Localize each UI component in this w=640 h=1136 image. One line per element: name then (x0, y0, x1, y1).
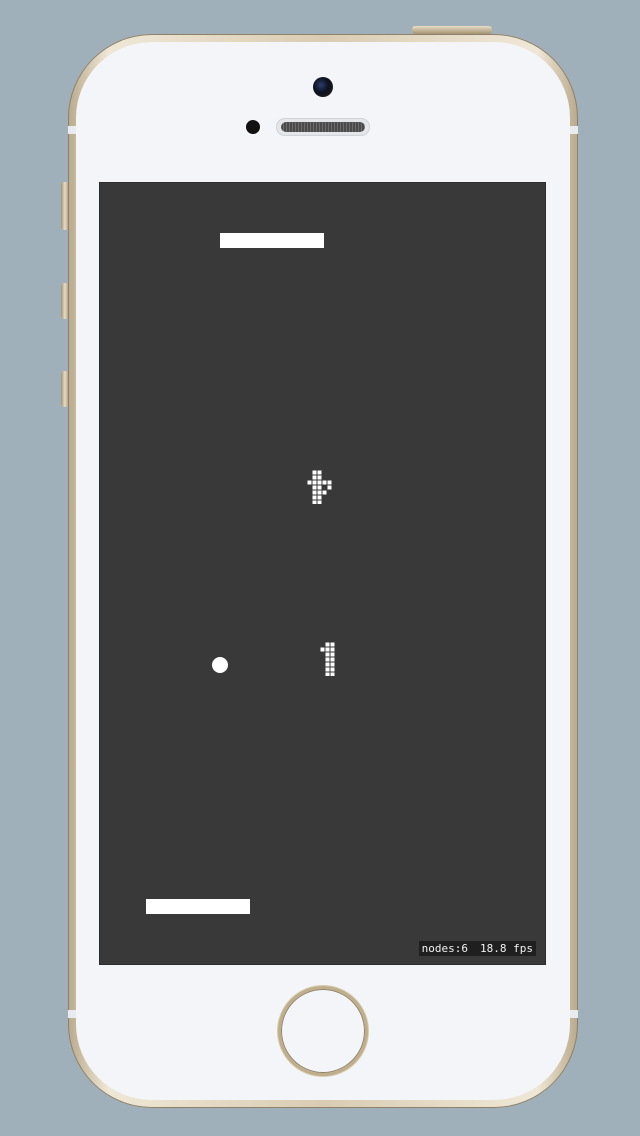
player-score-pixels (320, 642, 335, 676)
score-pixel (325, 667, 330, 672)
score-pixel (322, 480, 327, 485)
score-pixel (312, 470, 317, 475)
score-pixel (317, 480, 322, 485)
antenna-band (570, 1010, 578, 1018)
opponent-score (307, 470, 337, 504)
ball (212, 657, 228, 673)
score-pixel (330, 662, 335, 667)
score-pixel (317, 470, 322, 475)
score-pixel (317, 490, 322, 495)
antenna-band (68, 126, 76, 134)
score-pixel (330, 657, 335, 662)
score-pixel (325, 662, 330, 667)
opponent-score-pixels (307, 470, 332, 504)
node-count: nodes:6 (421, 942, 469, 955)
score-pixel (317, 475, 322, 480)
score-pixel (325, 657, 330, 662)
score-pixel (317, 495, 322, 500)
player-paddle[interactable] (146, 899, 250, 914)
player-score (315, 642, 345, 676)
score-pixel (325, 672, 330, 676)
game-screen[interactable]: nodes:6 18.8 fps (100, 183, 545, 964)
proximity-sensor-icon (246, 120, 260, 134)
score-pixel (307, 480, 312, 485)
score-pixel (312, 480, 317, 485)
score-pixel (317, 485, 322, 490)
earpiece-speaker (276, 118, 370, 136)
home-button[interactable] (278, 986, 368, 1076)
opponent-paddle (220, 233, 324, 248)
fps-counter: 18.8 fps (480, 942, 533, 955)
power-button (412, 26, 492, 34)
score-pixel (327, 480, 332, 485)
score-pixel (330, 652, 335, 657)
score-pixel (312, 500, 317, 504)
score-pixel (325, 652, 330, 657)
score-pixel (312, 490, 317, 495)
score-pixel (325, 647, 330, 652)
score-pixel (322, 490, 327, 495)
score-pixel (312, 485, 317, 490)
score-pixel (330, 667, 335, 672)
score-pixel (317, 500, 322, 504)
antenna-band (570, 126, 578, 134)
speaker-grill (281, 122, 365, 132)
score-pixel (330, 647, 335, 652)
antenna-band (68, 1010, 76, 1018)
score-pixel (325, 642, 330, 647)
score-pixel (330, 642, 335, 647)
score-pixel (320, 647, 325, 652)
score-pixel (312, 475, 317, 480)
front-camera-icon (313, 77, 333, 97)
score-pixel (312, 495, 317, 500)
app-stage: nodes:6 18.8 fps (0, 0, 640, 1136)
score-pixel (327, 485, 332, 490)
score-pixel (330, 672, 335, 676)
debug-stats: nodes:6 18.8 fps (418, 941, 536, 956)
